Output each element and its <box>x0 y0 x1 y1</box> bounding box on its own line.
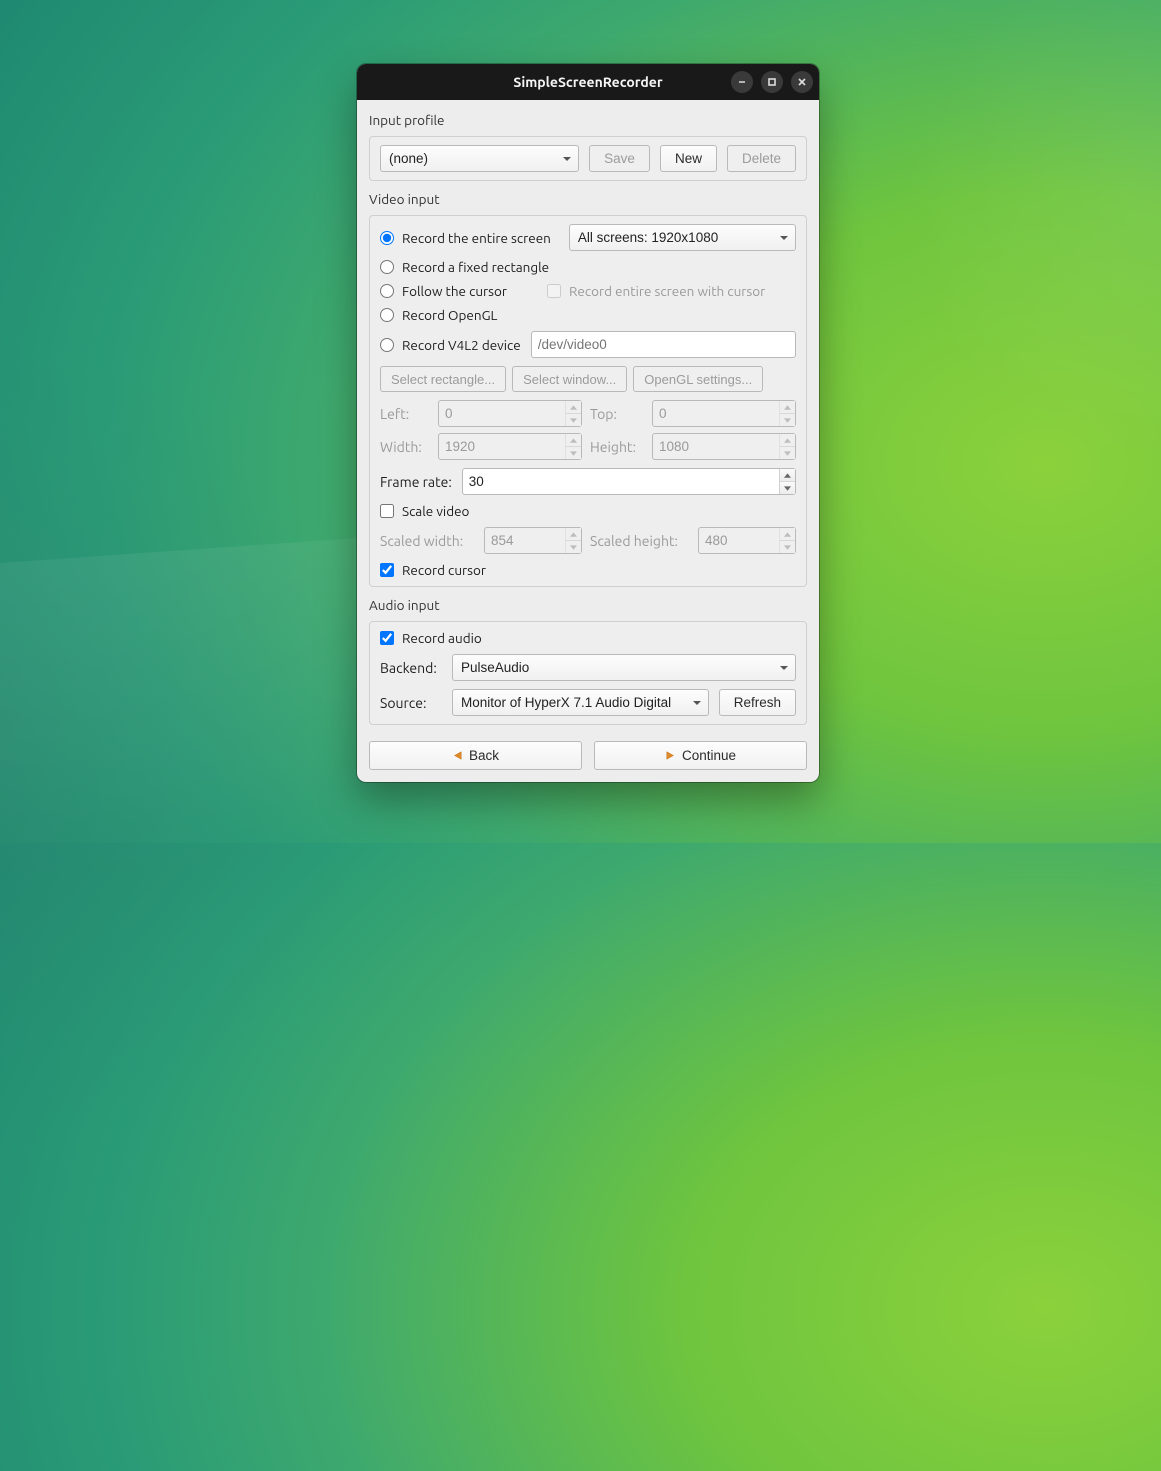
backend-label: Backend: <box>380 660 442 676</box>
check-record-entire-with-cursor: Record entire screen with cursor <box>547 283 765 299</box>
framerate-input[interactable] <box>462 468 796 495</box>
save-button[interactable]: Save <box>589 145 650 172</box>
back-button-label: Back <box>469 748 499 763</box>
maximize-button[interactable] <box>761 71 783 93</box>
spinner-icon <box>779 434 795 459</box>
video-input-panel: Record the entire screen All screens: 19… <box>369 215 807 587</box>
video-input-label: Video input <box>369 191 807 207</box>
radio-fixed-rectangle[interactable]: Record a fixed rectangle <box>380 259 796 275</box>
radio-entire-screen-label: Record the entire screen <box>402 230 551 246</box>
audio-input-panel: Record audio Backend: PulseAudio Source:… <box>369 621 807 725</box>
radio-entire-screen[interactable]: Record the entire screen <box>380 230 551 246</box>
v4l2-device-input[interactable] <box>531 331 796 358</box>
check-entire-cursor-label: Record entire screen with cursor <box>569 283 765 299</box>
spinner-icon <box>779 528 795 553</box>
footer-buttons: Back Continue <box>369 741 807 770</box>
minimize-button[interactable] <box>731 71 753 93</box>
height-label: Height: <box>590 439 644 455</box>
input-profile-panel: (none) Save New Delete <box>369 136 807 181</box>
spinner-icon <box>565 434 581 459</box>
continue-button-label: Continue <box>682 748 736 763</box>
record-cursor-check[interactable]: Record cursor <box>380 562 796 578</box>
close-icon <box>797 77 807 87</box>
spinner-icon <box>779 401 795 426</box>
left-label: Left: <box>380 406 430 422</box>
spinner-icon <box>565 528 581 553</box>
height-input[interactable] <box>652 433 796 460</box>
radio-v4l2-label: Record V4L2 device <box>402 337 521 353</box>
continue-button[interactable]: Continue <box>594 741 807 770</box>
source-label: Source: <box>380 695 442 711</box>
width-input[interactable] <box>438 433 582 460</box>
radio-v4l2[interactable]: Record V4L2 device <box>380 337 521 353</box>
top-input[interactable] <box>652 400 796 427</box>
top-label: Top: <box>590 406 644 422</box>
scale-video-check[interactable]: Scale video <box>380 503 796 519</box>
profile-select[interactable]: (none) <box>380 145 579 172</box>
window-title: SimpleScreenRecorder <box>513 74 662 90</box>
scaled-height-label: Scaled height: <box>590 533 690 549</box>
arrow-left-icon <box>452 750 463 761</box>
maximize-icon <box>767 77 777 87</box>
input-profile-label: Input profile <box>369 112 807 128</box>
opengl-settings-button[interactable]: OpenGL settings... <box>633 366 763 392</box>
framerate-label: Frame rate: <box>380 474 452 490</box>
radio-opengl-label: Record OpenGL <box>402 307 497 323</box>
minimize-icon <box>737 77 747 87</box>
spinner-icon <box>565 401 581 426</box>
left-input[interactable] <box>438 400 582 427</box>
titlebar: SimpleScreenRecorder <box>357 64 819 100</box>
audio-input-label: Audio input <box>369 597 807 613</box>
arrow-right-icon <box>665 750 676 761</box>
backend-select[interactable]: PulseAudio <box>452 654 796 681</box>
select-window-button[interactable]: Select window... <box>512 366 627 392</box>
new-button[interactable]: New <box>660 145 717 172</box>
window-controls <box>731 71 813 93</box>
scale-video-label: Scale video <box>402 503 469 519</box>
radio-opengl[interactable]: Record OpenGL <box>380 307 796 323</box>
radio-follow-cursor-label: Follow the cursor <box>402 283 507 299</box>
scaled-width-label: Scaled width: <box>380 533 476 549</box>
delete-button[interactable]: Delete <box>727 145 796 172</box>
spinner-icon <box>779 469 795 494</box>
close-button[interactable] <box>791 71 813 93</box>
select-rectangle-button[interactable]: Select rectangle... <box>380 366 506 392</box>
app-window: SimpleScreenRecorder Input profile (none… <box>357 64 819 782</box>
radio-follow-cursor[interactable]: Follow the cursor <box>380 283 507 299</box>
width-label: Width: <box>380 439 430 455</box>
back-button[interactable]: Back <box>369 741 582 770</box>
refresh-button[interactable]: Refresh <box>719 689 796 716</box>
source-select[interactable]: Monitor of HyperX 7.1 Audio Digital <box>452 689 709 716</box>
record-audio-label: Record audio <box>402 630 482 646</box>
screen-select[interactable]: All screens: 1920x1080 <box>569 224 796 251</box>
record-cursor-label: Record cursor <box>402 562 486 578</box>
record-audio-check[interactable]: Record audio <box>380 630 796 646</box>
radio-fixed-rectangle-label: Record a fixed rectangle <box>402 259 549 275</box>
